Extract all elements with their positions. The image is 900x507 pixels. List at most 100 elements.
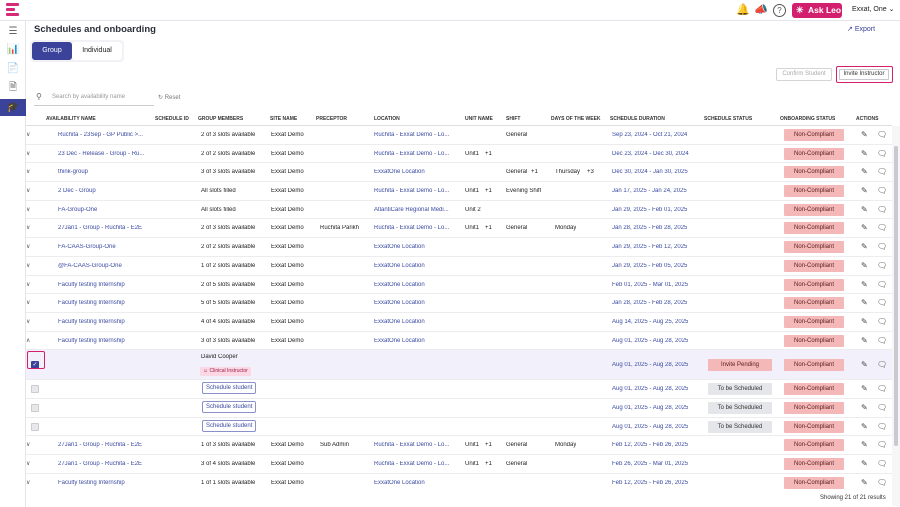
chevron-down-icon[interactable]: ∨ <box>26 299 30 306</box>
table-row[interactable]: Schedule student Aug 01, 2025 - Aug 28, 2… <box>26 417 892 437</box>
location-link[interactable]: ExxatOne Location <box>374 480 460 486</box>
export-button[interactable]: ↗ Export <box>847 25 875 33</box>
edit-icon[interactable]: ✎ <box>861 242 868 251</box>
table-row[interactable]: ∨ think-group 3 of 3 slots available Exxat … <box>26 163 892 183</box>
help-icon[interactable]: ? <box>773 4 786 17</box>
comments-icon[interactable]: 🗨 <box>877 336 887 345</box>
chevron-down-icon[interactable]: ∨ <box>26 460 30 467</box>
table-row[interactable]: ∨ 23 Dec - Release - Group - Ru... 2 of 2 … <box>26 145 892 164</box>
availability-name-link[interactable]: Faculty testing Internship <box>58 319 125 325</box>
chart-icon[interactable]: 📊 <box>6 43 20 57</box>
unit-more[interactable]: +1 <box>485 151 492 157</box>
table-row[interactable]: ∨ Faculty testing Internship 2 of 5 slots … <box>26 276 892 295</box>
comments-icon[interactable]: 🗨 <box>877 130 887 139</box>
ask-leo-button[interactable]: ✳ Ask Leo <box>792 3 842 18</box>
row-checkbox[interactable] <box>31 422 39 431</box>
scrollbar[interactable] <box>894 146 898 446</box>
column-header[interactable]: SCHEDULE DURATION <box>610 116 665 122</box>
location-link[interactable]: ExxatOne Location <box>374 338 460 344</box>
schedule-student-button[interactable]: Schedule student <box>202 400 257 413</box>
row-checkbox[interactable] <box>31 403 39 412</box>
user-menu[interactable]: Exxat, One ⌄ <box>852 5 894 13</box>
availability-name-link[interactable]: think-group <box>58 169 88 175</box>
comments-icon[interactable]: 🗨 <box>877 280 887 289</box>
unit-more[interactable]: +1 <box>485 188 492 194</box>
location-link[interactable]: ExxatOne Location <box>374 244 460 250</box>
comments-icon[interactable]: 🗨 <box>877 360 887 369</box>
availability-name-link[interactable]: 27Jan1 - Group - Ruchita - E2E <box>58 442 142 448</box>
tab-group[interactable]: Group <box>32 42 72 60</box>
chevron-down-icon[interactable]: ∨ <box>26 243 30 250</box>
chevron-down-icon[interactable]: ∨ <box>26 187 30 194</box>
column-header[interactable]: PRECEPTOR <box>316 116 347 122</box>
location-link[interactable]: Ruchita - Exxat Demo - Lo... <box>374 151 460 157</box>
edit-icon[interactable]: ✎ <box>861 223 868 232</box>
edit-icon[interactable]: ✎ <box>861 261 868 270</box>
availability-name-link[interactable]: FA-Group-One <box>58 207 97 213</box>
table-row[interactable]: ∨ 2 Dec - Group All slots filled Exxat Demo… <box>26 182 892 201</box>
edit-icon[interactable]: ✎ <box>861 167 868 176</box>
chevron-down-icon[interactable]: ∨ <box>26 224 30 231</box>
chevron-down-icon[interactable]: ∨ <box>26 479 30 486</box>
comments-icon[interactable]: 🗨 <box>877 422 887 431</box>
availability-name-link[interactable]: 23 Dec - Release - Group - Ru... <box>58 151 144 157</box>
table-row[interactable]: ∨ FA-CAAS-Group-One 2 of 2 slots available… <box>26 238 892 257</box>
table-row[interactable]: ∨ FA-Group-One All slots filled Exxat Demo A… <box>26 201 892 220</box>
comments-icon[interactable]: 🗨 <box>877 149 887 158</box>
availability-name-link[interactable]: Faculty testing Internship <box>58 282 125 288</box>
tab-individual[interactable]: Individual <box>72 42 122 60</box>
edit-icon[interactable]: ✎ <box>861 403 868 412</box>
column-header[interactable]: SCHEDULE ID <box>155 116 189 122</box>
row-checkbox[interactable] <box>31 385 39 394</box>
comments-icon[interactable]: 🗨 <box>877 317 887 326</box>
menu-icon[interactable]: ☰ <box>6 25 20 39</box>
search-input[interactable]: ⚲ Search by availability name <box>34 91 154 106</box>
column-header[interactable]: SITE NAME <box>270 116 297 122</box>
location-link[interactable]: ExxatOne Location <box>374 300 460 306</box>
edit-icon[interactable]: ✎ <box>861 317 868 326</box>
table-row[interactable]: ∨ Ruchita - 23Sep - GP Public >... 2 of 3 … <box>26 126 892 145</box>
bell-icon[interactable]: 🔔 <box>736 4 750 17</box>
edit-icon[interactable]: ✎ <box>861 205 868 214</box>
comments-icon[interactable]: 🗨 <box>877 384 887 393</box>
invite-instructor-button[interactable]: Invite Instructor <box>839 69 889 80</box>
location-link[interactable]: Ruchita - Exxat Demo - Lo... <box>374 225 460 231</box>
table-row[interactable]: ∨ Faculty testing Internship 4 of 4 slots … <box>26 313 892 332</box>
column-header[interactable]: AVAILABILITY NAME <box>46 116 96 122</box>
edit-icon[interactable]: ✎ <box>861 336 868 345</box>
availability-name-link[interactable]: 27Jan1 - Group - Ruchita - E2E <box>58 461 142 467</box>
days-more[interactable]: +3 <box>587 169 594 175</box>
table-row[interactable]: ∨ 27Jan1 - Group - Ruchita - E2E 1 of 3 sl… <box>26 436 892 455</box>
schedule-student-button[interactable]: Schedule student <box>202 382 257 395</box>
chevron-down-icon[interactable]: ∨ <box>26 262 30 269</box>
table-row[interactable]: ∨ Faculty testing Internship 5 of 5 slots … <box>26 294 892 313</box>
edit-icon[interactable]: ✎ <box>861 130 868 139</box>
comments-icon[interactable]: 🗨 <box>877 186 887 195</box>
edit-icon[interactable]: ✎ <box>861 440 868 449</box>
table-row[interactable]: ∨ 27Jan1 - Group - Ruchita - E2E 3 of 4 sl… <box>26 455 892 474</box>
edit-icon[interactable]: ✎ <box>861 384 868 393</box>
edit-icon[interactable]: ✎ <box>861 149 868 158</box>
exxat-logo-icon[interactable] <box>6 3 19 17</box>
comments-icon[interactable]: 🗨 <box>877 403 887 412</box>
availability-name-link[interactable]: 2 Dec - Group <box>58 188 96 194</box>
comments-icon[interactable]: 🗨 <box>877 205 887 214</box>
chevron-down-icon[interactable]: ∨ <box>26 441 30 448</box>
availability-name-link[interactable]: Faculty testing Internship <box>58 480 125 486</box>
document-icon[interactable]: 📄 <box>6 62 20 76</box>
location-link[interactable]: Ruchita - Exxat Demo - Lo... <box>374 461 460 467</box>
comments-icon[interactable]: 🗨 <box>877 459 887 468</box>
column-header[interactable]: GROUP MEMBERS <box>198 116 243 122</box>
comments-icon[interactable]: 🗨 <box>877 223 887 232</box>
table-row[interactable]: ∨ Faculty testing Internship 1 of 1 slots … <box>26 474 892 491</box>
chevron-down-icon[interactable]: ∨ <box>26 131 30 138</box>
shift-more[interactable]: +1 <box>531 169 538 175</box>
comments-icon[interactable]: 🗨 <box>877 440 887 449</box>
table-row[interactable]: Schedule student Aug 01, 2025 - Aug 28, 2… <box>26 380 892 399</box>
column-header[interactable]: SHIFT <box>506 116 520 122</box>
availability-name-link[interactable]: 27Jan1 - Group - Ruchita - E2E <box>58 225 142 231</box>
comments-icon[interactable]: 🗨 <box>877 261 887 270</box>
edit-icon[interactable]: ✎ <box>861 459 868 468</box>
edit-icon[interactable]: ✎ <box>861 280 868 289</box>
availability-name-link[interactable]: FA-CAAS-Group-One <box>58 244 116 250</box>
